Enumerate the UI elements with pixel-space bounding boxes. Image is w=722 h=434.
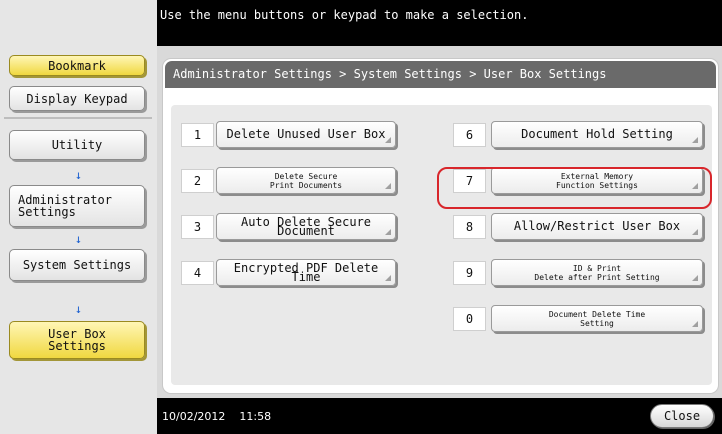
document-hold-setting-button[interactable]: Document Hold Setting	[491, 121, 703, 148]
option-number: 8	[453, 215, 486, 239]
sidebar-divider	[4, 117, 152, 119]
main-panel: Administrator Settings > System Settings…	[157, 46, 722, 398]
down-arrow-icon: ↓	[74, 168, 83, 182]
close-button[interactable]: Close	[650, 404, 714, 428]
option-number: 6	[453, 123, 486, 147]
auto-delete-secure-document-button[interactable]: Auto Delete Secure Document	[216, 213, 396, 240]
instruction-text: Use the menu buttons or keypad to make a…	[160, 8, 529, 22]
down-arrow-icon: ↓	[74, 302, 83, 316]
option-number: 4	[181, 261, 214, 285]
path-administrator-settings-button[interactable]: Administrator Settings	[9, 185, 145, 227]
option-number: 9	[453, 261, 486, 285]
time-text: 11:58	[239, 410, 272, 423]
sidebar: Bookmark Display Keypad Utility ↓ Admini…	[0, 0, 157, 434]
bookmark-button[interactable]: Bookmark	[9, 55, 145, 76]
options-grid: 1 Delete Unused User Box 2 Delete Secure…	[171, 105, 712, 385]
datetime: 10/02/2012 11:58	[162, 410, 271, 423]
breadcrumb: Administrator Settings > System Settings…	[165, 61, 716, 88]
status-bar: 10/02/2012 11:58 Close	[157, 398, 722, 434]
option-number: 0	[453, 307, 486, 331]
encrypted-pdf-delete-time-button[interactable]: Encrypted PDF Delete Time	[216, 259, 396, 286]
path-system-settings-button[interactable]: System Settings	[9, 249, 145, 281]
path-user-box-settings-button[interactable]: User Box Settings	[9, 321, 145, 359]
allow-restrict-user-box-button[interactable]: Allow/Restrict User Box	[491, 213, 703, 240]
document-delete-time-setting-button[interactable]: Document Delete Time Setting	[491, 305, 703, 332]
delete-unused-user-box-button[interactable]: Delete Unused User Box	[216, 121, 396, 148]
down-arrow-icon: ↓	[74, 232, 83, 246]
settings-panel: Administrator Settings > System Settings…	[162, 58, 719, 394]
option-number: 2	[181, 169, 214, 193]
option-number: 3	[181, 215, 214, 239]
message-bar: Use the menu buttons or keypad to make a…	[157, 0, 722, 46]
date-text: 10/02/2012	[162, 410, 226, 423]
option-number: 1	[181, 123, 214, 147]
external-memory-function-settings-button[interactable]: External Memory Function Settings	[491, 167, 703, 194]
display-keypad-button[interactable]: Display Keypad	[9, 86, 145, 111]
delete-secure-print-documents-button[interactable]: Delete Secure Print Documents	[216, 167, 396, 194]
id-print-delete-after-print-setting-button[interactable]: ID & Print Delete after Print Setting	[491, 259, 703, 286]
path-utility-button[interactable]: Utility	[9, 130, 145, 160]
option-number: 7	[453, 169, 486, 193]
